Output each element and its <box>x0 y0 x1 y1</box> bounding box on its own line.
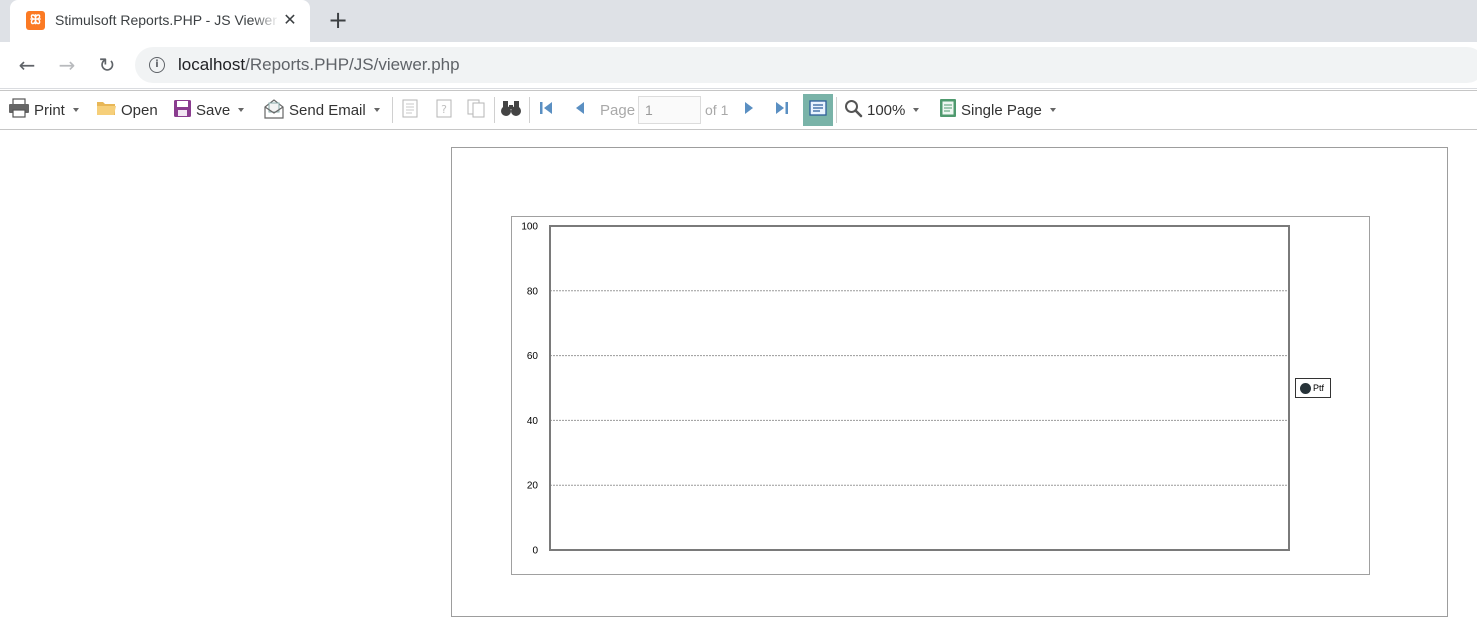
forward-icon[interactable]: → <box>53 52 81 78</box>
viewer-toolbar: Print Open Save Send Email ? Page 1 of 1… <box>0 90 1477 130</box>
previous-page-icon <box>573 100 587 120</box>
plot-area-border <box>549 225 1290 551</box>
next-page-button[interactable] <box>742 91 760 129</box>
reload-icon[interactable]: ↻ <box>93 52 121 78</box>
parameters-button[interactable]: ? <box>435 91 457 129</box>
toolbar-divider <box>836 97 837 123</box>
view-mode-toggle-button[interactable] <box>803 94 833 126</box>
tab-title: Stimulsoft Reports.PHP - JS Viewer <box>55 12 279 30</box>
view-mode-label: Single Page <box>961 101 1042 119</box>
page-count-label: of 1 <box>705 102 729 118</box>
page-view-icon <box>809 99 827 121</box>
send-email-icon <box>263 98 285 123</box>
y-tick-label: 40 <box>527 416 539 427</box>
open-label: Open <box>121 101 158 119</box>
browser-tab[interactable]: ꕥ Stimulsoft Reports.PHP - JS Viewer ✕ <box>10 0 310 42</box>
binoculars-icon <box>500 99 522 121</box>
send-email-button[interactable]: Send Email <box>263 91 380 129</box>
last-page-button[interactable] <box>774 91 794 129</box>
url-text[interactable]: localhost/Reports.PHP/JS/viewer.php <box>178 55 460 75</box>
y-tick-label: 20 <box>527 481 539 492</box>
page-label: Page <box>600 101 636 119</box>
y-tick-label: 0 <box>532 546 538 557</box>
parameters-icon: ? <box>435 99 453 122</box>
url-path: /Reports.PHP/JS/viewer.php <box>245 55 460 74</box>
open-button[interactable]: Open <box>96 91 158 129</box>
toolbar-divider <box>392 97 393 123</box>
chart-legend: Ptf <box>1295 378 1331 398</box>
browser-tabstrip: ꕥ Stimulsoft Reports.PHP - JS Viewer ✕ + <box>0 0 1477 42</box>
back-icon[interactable]: ← <box>13 52 41 78</box>
next-page-icon <box>742 100 756 120</box>
legend-label: Ptf <box>1313 383 1325 393</box>
url-host: localhost <box>178 55 246 74</box>
y-tick-label: 80 <box>527 286 539 297</box>
site-info-icon[interactable]: i <box>149 57 165 73</box>
svg-text:?: ? <box>441 103 447 116</box>
send-email-label: Send Email <box>289 101 366 119</box>
xampp-icon: ꕥ <box>26 11 45 30</box>
save-button[interactable]: Save <box>173 91 245 129</box>
first-page-icon <box>538 100 554 120</box>
close-tab-icon[interactable]: ✕ <box>280 9 300 31</box>
floppy-disk-icon <box>173 99 192 122</box>
single-page-icon <box>939 98 957 122</box>
printer-icon <box>8 98 30 122</box>
previous-page-button[interactable] <box>573 91 591 129</box>
first-page-button[interactable] <box>538 91 558 129</box>
page-number-input[interactable] <box>638 96 701 124</box>
y-tick-label: 60 <box>527 351 539 362</box>
print-label: Print <box>34 101 65 119</box>
resources-icon <box>466 99 486 122</box>
view-mode-dropdown-arrow-icon <box>1049 108 1056 112</box>
print-dropdown-arrow-icon <box>72 108 79 112</box>
bookmarks-button[interactable] <box>401 91 423 129</box>
magnifier-icon <box>844 99 863 122</box>
find-button[interactable] <box>500 91 526 129</box>
chart-frame: 100 80 60 40 20 0 <box>511 216 1370 575</box>
y-tick-label: 100 <box>521 222 538 233</box>
save-label: Save <box>196 101 231 119</box>
toolbar-divider <box>494 97 495 123</box>
browser-navbar: ← → ↻ i localhost/Reports.PHP/JS/viewer.… <box>0 42 1477 89</box>
send-email-dropdown-arrow-icon <box>373 108 380 112</box>
zoom-dropdown-arrow-icon <box>913 108 920 112</box>
last-page-icon <box>774 100 790 120</box>
toolbar-divider <box>529 97 530 123</box>
resources-button[interactable] <box>466 91 490 129</box>
legend-marker-icon <box>1300 382 1311 394</box>
new-tab-icon[interactable]: + <box>325 8 351 34</box>
view-mode-button[interactable]: Single Page <box>939 91 1056 129</box>
bookmarks-icon <box>401 99 419 122</box>
zoom-label: 100% <box>867 101 906 119</box>
print-button[interactable]: Print <box>8 91 79 129</box>
address-bar[interactable]: i localhost/Reports.PHP/JS/viewer.php <box>135 47 1477 83</box>
chart: 100 80 60 40 20 0 <box>521 222 1290 557</box>
zoom-button[interactable]: 100% <box>844 91 920 129</box>
folder-icon <box>96 99 117 121</box>
save-dropdown-arrow-icon <box>238 108 245 112</box>
